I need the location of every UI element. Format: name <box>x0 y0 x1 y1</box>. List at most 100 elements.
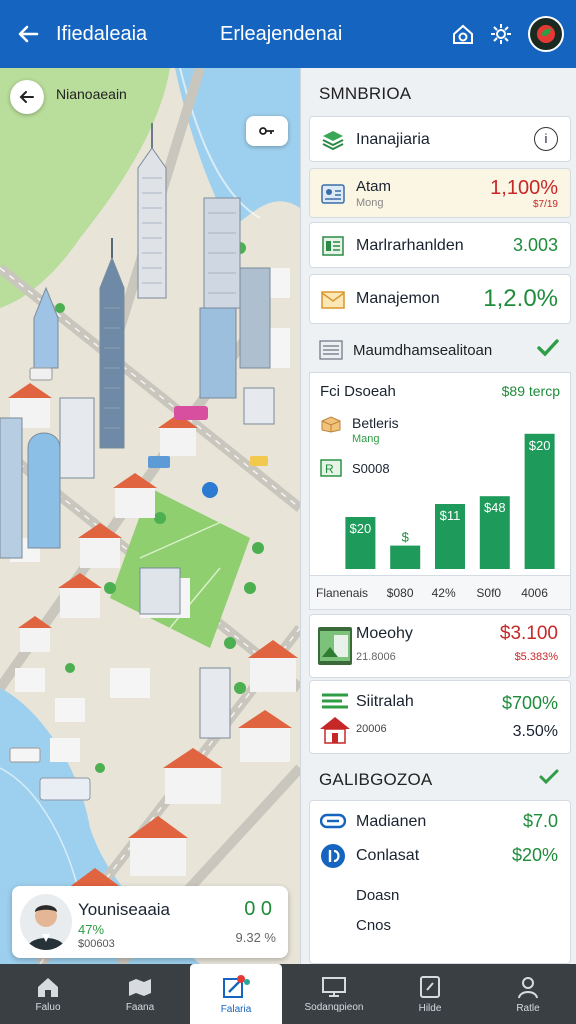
nav-label: Faluo <box>35 1001 61 1013</box>
nav-item-monitor[interactable]: Sodanqpieon <box>286 964 382 1024</box>
chart-category-label: Flanenais <box>316 586 369 600</box>
house-icon <box>318 691 352 750</box>
summary-row[interactable]: Inanajiaria i <box>309 116 571 162</box>
chart-category-label: $080 <box>386 586 414 600</box>
key-icon <box>259 127 274 135</box>
summary-row-label: Atam <box>356 178 392 195</box>
bottom-navigation: Faluo Faana Falaria Sodanqpieon Hilde Ra… <box>0 964 576 1024</box>
chart-data-label: $11 <box>440 508 461 523</box>
map-illustration <box>0 68 300 964</box>
mail-icon <box>320 287 346 313</box>
dollar-circle-icon <box>320 843 346 874</box>
list-item-subvalue: $5.383% <box>514 651 558 663</box>
list-item-sub: 21.8006 <box>356 651 396 663</box>
chart-bar <box>524 433 555 569</box>
nav-item-map[interactable]: Faana <box>92 964 188 1024</box>
app-title: Ifiedaleaia <box>56 22 148 45</box>
list-item[interactable]: Moeohy 21.8006 $3.100 $5.383% <box>309 614 571 678</box>
person-subvalue: $00603 <box>78 938 115 950</box>
back-button[interactable] <box>0 0 56 68</box>
bar-chart: $20 $ $11 $48 $20 <box>345 433 555 569</box>
list-menu-icon <box>319 340 345 360</box>
list-item-label: Moeohy <box>356 625 413 642</box>
list-item-sub: 20006 <box>356 723 387 735</box>
summary-row-subvalue: $7/19 <box>532 199 558 210</box>
gallery-item-label[interactable]: Doasn <box>356 887 399 904</box>
edit-icon <box>223 974 250 998</box>
gallery-item-label[interactable]: Conlasat <box>356 847 419 865</box>
nav-item-home[interactable]: Faluo <box>0 964 96 1024</box>
person-value: 0 0 <box>244 898 272 920</box>
chart-category-label: S0f0 <box>476 586 502 600</box>
section2-heading: Maumdhamsealitoan <box>353 342 493 359</box>
map-back-button[interactable] <box>10 80 44 114</box>
check-icon <box>536 338 560 363</box>
nav-item-tablet[interactable]: Hilde <box>382 964 478 1024</box>
gallery-card: Madianen $7.0 Conlasat $20% Doasn Cnos <box>309 800 571 964</box>
gallery-item-label[interactable]: Madianen <box>356 813 426 831</box>
info-icon[interactable]: i <box>534 127 558 151</box>
chart-data-label: $20 <box>350 521 372 536</box>
map-key-button[interactable] <box>246 116 288 146</box>
person-percent: 47% <box>78 922 105 937</box>
summary-row-label: Inanajiaria <box>356 131 430 148</box>
summary-row-sub: Mong <box>356 197 384 209</box>
gallery-item-value: $7.0 <box>522 811 558 831</box>
nav-item-edit[interactable]: Falaria <box>190 964 282 1024</box>
back-arrow-icon <box>19 91 34 103</box>
person-avatar <box>20 894 72 950</box>
summary-row-value: 1,100% <box>490 177 558 199</box>
gallery-item-label[interactable]: Cnos <box>356 917 391 934</box>
gallery-item-value: $20% <box>511 845 558 865</box>
leaf-logo-icon <box>537 25 555 43</box>
chart-data-label: $20 <box>529 438 551 453</box>
nav-label: Sodanqpieon <box>304 1001 364 1013</box>
home-search-icon[interactable] <box>446 17 480 51</box>
summary-row[interactable]: Manajemon 1,2.0% <box>309 274 571 324</box>
nav-label: Hilde <box>418 1002 442 1014</box>
profile-avatar[interactable] <box>528 16 564 52</box>
summary-row-label: Marlrarhanlden <box>356 237 464 254</box>
chart-data-label: $48 <box>484 500 506 515</box>
chart-data-label: $ <box>402 530 410 545</box>
check-icon <box>538 768 560 791</box>
person-icon <box>518 976 538 998</box>
chart-card: Fci Dsoeah $89 tercp Betleris Mang R S00… <box>309 372 571 576</box>
id-card-icon <box>320 181 346 207</box>
map-icon <box>129 978 151 996</box>
nav-label: Faana <box>125 1001 155 1013</box>
top-app-bar: Ifiedaleaia Erleajendenai <box>0 0 576 68</box>
gallery-heading: GALIBGOZOA <box>319 770 433 789</box>
map-location-label: Nianoaeain <box>56 86 127 102</box>
stack-icon <box>320 127 346 153</box>
list-item-value: $3.100 <box>499 623 558 644</box>
chart-bar <box>390 545 421 569</box>
list-item-label: Siitralah <box>356 693 414 710</box>
city-map[interactable]: Nianoaeain Youniseaaia 47% $00603 0 0 9.… <box>0 68 300 964</box>
chart-category-label: 4006 <box>521 586 548 600</box>
summary-row-value: 3.003 <box>512 235 558 255</box>
settings-icon[interactable] <box>484 17 518 51</box>
nav-label: Falaria <box>220 1003 252 1015</box>
thumbnail-icon <box>318 627 352 665</box>
summary-row-label: Manajemon <box>356 290 440 307</box>
list-item-subvalue: 3.50% <box>512 723 558 740</box>
tablet-icon <box>420 975 440 998</box>
summary-row[interactable]: Atam Mong 1,100% $7/19 <box>309 168 571 218</box>
summary-row-value: 1,2.0% <box>483 285 558 312</box>
page-title: Erleajendenai <box>220 22 343 45</box>
summary-panel: SMNBRIOA Inanajiaria i Atam Mong 1,100% … <box>300 68 576 964</box>
list-item[interactable]: Siitralah 20006 $700% 3.50% <box>309 680 571 754</box>
person-card[interactable]: Youniseaaia 47% $00603 0 0 9.32 % <box>12 886 288 958</box>
list-icon <box>320 233 346 259</box>
summary-row[interactable]: Marlrarhanlden 3.003 <box>309 222 571 268</box>
link-icon <box>319 813 347 834</box>
nav-item-profile[interactable]: Ratle <box>480 964 576 1024</box>
chart-category-labels: Flanenais $080 42% S0f0 4006 <box>309 576 571 610</box>
person-value-secondary: 9.32 % <box>235 930 276 945</box>
list-item-value: $700% <box>501 693 558 713</box>
person-name: Youniseaaia <box>78 900 171 919</box>
chart-category-label: 42% <box>431 586 456 600</box>
summary-heading: SMNBRIOA <box>319 84 412 103</box>
nav-label: Ratle <box>516 1002 540 1014</box>
